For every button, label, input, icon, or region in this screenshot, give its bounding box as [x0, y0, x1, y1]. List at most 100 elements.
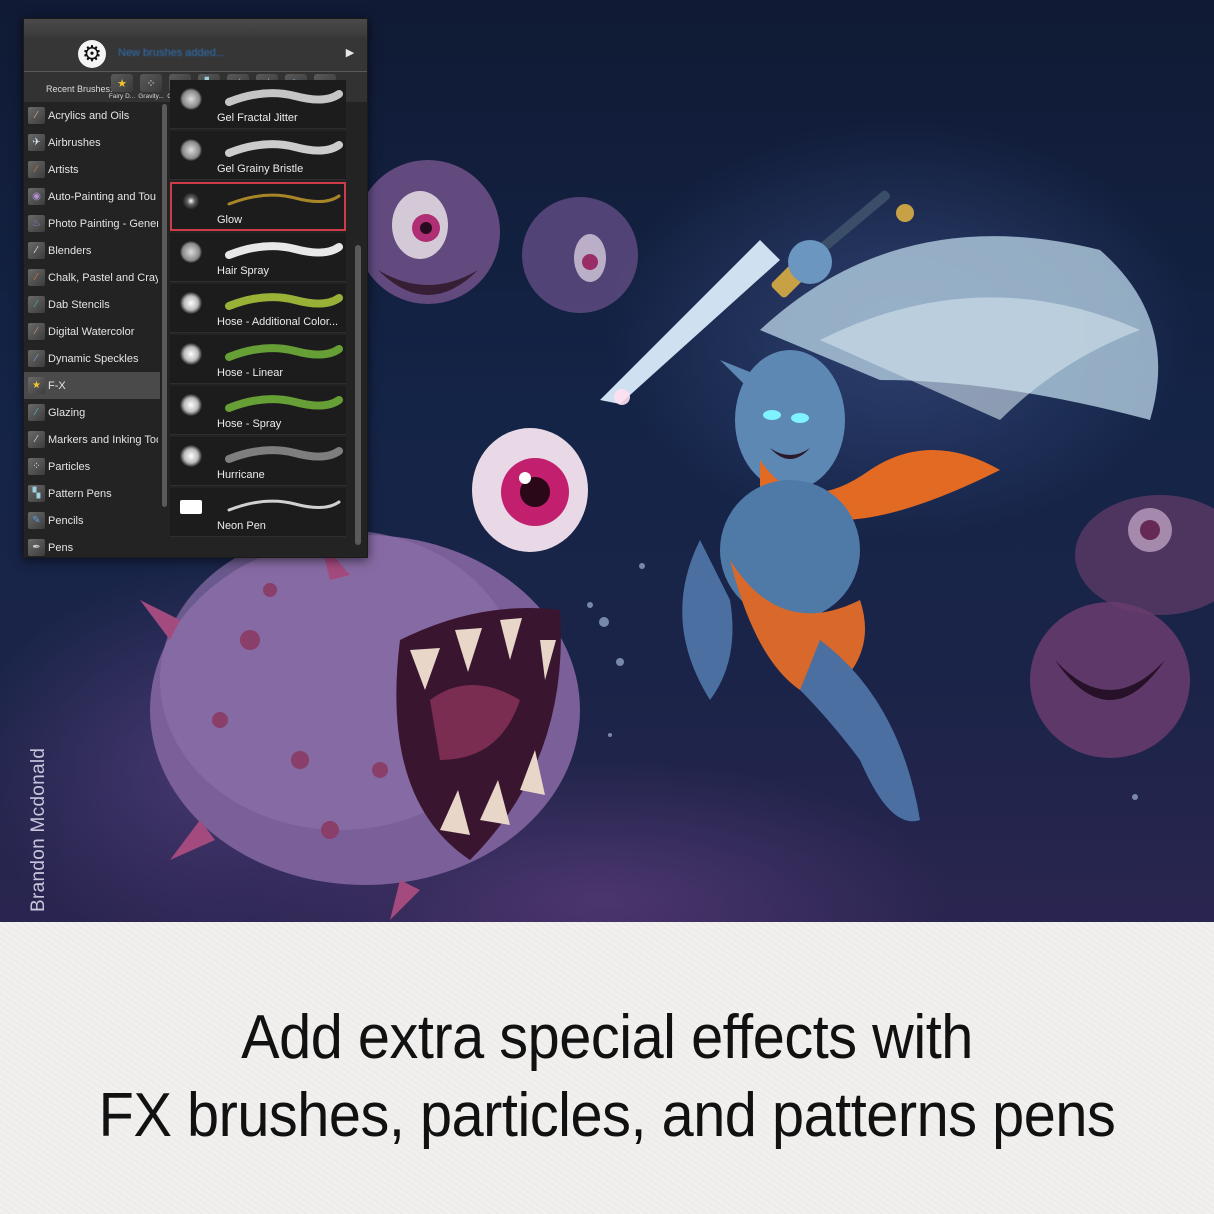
marker-icon: ⁄ — [28, 431, 45, 448]
brush-variant-item[interactable]: Hose - Additional Color... — [170, 284, 346, 333]
brush-variant-label: Hurricane — [217, 469, 265, 481]
panel-title-bar[interactable] — [24, 19, 367, 37]
brush-category-item[interactable]: ⁄ Chalk, Pastel and Crayo — [24, 264, 160, 291]
recent-brush-label: Fairy D... — [108, 93, 136, 100]
brush-dab-icon — [180, 190, 202, 212]
glazing-icon: ⁄ — [28, 404, 45, 421]
brush-category-item[interactable]: ⁄ Artists — [24, 156, 160, 183]
brush-variant-item[interactable]: Hose - Linear — [170, 335, 346, 384]
blender-icon: ⁄ — [28, 242, 45, 259]
new-brushes-notification: ⚙ New brushes added... ▶ — [24, 37, 367, 72]
brush-category-item[interactable]: ⁘ Particles — [24, 453, 160, 480]
brush-category-item[interactable]: ▚ Pattern Pens — [24, 480, 160, 507]
brush-category-item[interactable]: ★ F-X — [24, 372, 160, 399]
brush-variant-item[interactable]: Hair Spray — [170, 233, 346, 282]
brush-category-label: Glazing — [48, 406, 86, 419]
brush-category-item[interactable]: ⁄ Markers and Inking Too — [24, 426, 160, 453]
brush-category-label: Pencils — [48, 514, 84, 527]
brush-variant-label: Hair Spray — [217, 265, 269, 277]
brush-category-label: Pattern Pens — [48, 487, 112, 500]
gear-logo-icon: ⚙ — [78, 40, 106, 68]
brush-category-item[interactable]: ♨ Photo Painting - Gener — [24, 210, 160, 237]
watercolor-icon: ⁄ — [28, 323, 45, 340]
brush-category-item[interactable]: ⁄ Dab Stencils — [24, 291, 160, 318]
play-arrow-icon[interactable]: ▶ — [343, 46, 357, 59]
brush-stroke-preview — [225, 89, 343, 106]
brush-stroke-preview — [225, 446, 343, 463]
brush-variant-label: Hose - Linear — [217, 367, 284, 379]
photo-painting-icon: ♨ — [28, 215, 45, 232]
brush-category-label: Digital Watercolor — [48, 325, 135, 338]
brush-dab-icon — [180, 241, 202, 263]
brush-stroke-preview — [225, 140, 343, 157]
artists-brush-icon: ⁄ — [28, 161, 45, 178]
fx-star-icon: ★ — [28, 377, 45, 394]
brush-category-item[interactable]: ⁄ Acrylics and Oils — [24, 102, 160, 129]
monster-small-top — [356, 160, 500, 304]
brush-category-list: ⁄ Acrylics and Oils ✈ Airbrushes ⁄ Artists ◉ Au… — [24, 102, 160, 557]
brush-category-label: Photo Painting - Gener — [48, 217, 158, 230]
brush-category-item[interactable]: ✎ Pencils — [24, 507, 160, 534]
brush-stroke-preview — [225, 344, 343, 361]
brush-category-item[interactable]: ✒ Pens — [24, 534, 160, 557]
brush-variant-item[interactable]: Gel Grainy Bristle — [170, 131, 346, 180]
brush-dab-icon — [180, 139, 202, 161]
brush-variant-label: Glow — [217, 214, 243, 226]
monster-right-bottom — [1030, 602, 1190, 758]
airbrush-icon: ✈ — [28, 134, 45, 151]
notification-message[interactable]: New brushes added... — [118, 47, 225, 59]
particles-icon: ⁘ — [140, 74, 162, 92]
caption-line-2: FX brushes, particles, and patterns pens — [98, 1081, 1116, 1150]
brush-category-item[interactable]: ⁄ Dynamic Speckles — [24, 345, 160, 372]
chalk-icon: ⁄ — [28, 269, 45, 286]
monster-small-top-right — [522, 197, 638, 313]
brush-variant-item[interactable]: Glow — [170, 182, 346, 231]
pen-icon: ✒ — [28, 539, 45, 556]
brush-category-label: Airbrushes — [48, 136, 101, 149]
brush-variant-item[interactable]: Hose - Spray — [170, 386, 346, 435]
brush-stroke-preview — [227, 193, 341, 206]
brush-category-item[interactable]: ⁄ Digital Watercolor — [24, 318, 160, 345]
brush-variant-label: Gel Fractal Jitter — [217, 112, 298, 124]
brush-category-label: Dab Stencils — [48, 298, 110, 311]
brush-stroke-preview — [225, 242, 343, 259]
brush-category-item[interactable]: ⁄ Blenders — [24, 237, 160, 264]
brush-category-item[interactable]: ⁄ Glazing — [24, 399, 160, 426]
brush-library-body: ⁄ Acrylics and Oils ✈ Airbrushes ⁄ Artists ◉ Au… — [24, 80, 367, 557]
star-wand-icon: ★ — [111, 74, 133, 92]
brush-variant-item[interactable]: Hurricane — [170, 437, 346, 486]
brush-dab-icon — [180, 394, 202, 416]
category-scrollbar[interactable] — [162, 104, 167, 507]
brush-variant-list: Gel Fractal Jitter Gel Grainy Bristle Gl… — [170, 80, 346, 557]
brush-dab-icon — [180, 500, 202, 514]
brush-category-label: Acrylics and Oils — [48, 109, 130, 122]
acrylic-brush-icon: ⁄ — [28, 107, 45, 124]
monster-right-top — [1075, 495, 1214, 615]
brush-category-item[interactable]: ✈ Airbrushes — [24, 129, 160, 156]
brush-category-label: Particles — [48, 460, 91, 473]
brush-stroke-preview — [225, 395, 343, 412]
recent-brush-item[interactable]: ⁘Gravity... — [137, 74, 165, 102]
brush-category-item[interactable]: ◉ Auto-Painting and Tou — [24, 183, 160, 210]
variant-scrollbar[interactable] — [355, 245, 361, 545]
brush-variant-label: Hose - Spray — [217, 418, 282, 430]
artist-credit: Brandon Mcdonald — [28, 747, 49, 912]
dab-stencil-icon: ⁄ — [28, 296, 45, 313]
brush-variant-item[interactable]: Gel Fractal Jitter — [170, 80, 346, 129]
caption-line-1: Add extra special effects with — [241, 1003, 973, 1072]
brush-category-label: Auto-Painting and Tou — [48, 190, 157, 203]
brush-library-panel: ⚙ New brushes added... ▶ Recent Brushes:… — [23, 18, 368, 558]
recent-brush-item[interactable]: ★ Fairy D... — [108, 74, 136, 102]
brush-category-label: Chalk, Pastel and Crayo — [48, 271, 158, 284]
brush-stroke-preview — [227, 499, 341, 512]
brush-category-label: F-X — [48, 379, 66, 392]
brush-variant-label: Neon Pen — [217, 520, 266, 532]
brush-dab-icon — [180, 88, 202, 110]
brush-stroke-preview — [225, 293, 343, 310]
brush-dab-icon — [180, 343, 202, 365]
brush-variant-label: Hose - Additional Color... — [217, 316, 339, 328]
brush-dab-icon — [180, 445, 202, 467]
brush-dab-icon — [180, 292, 202, 314]
brush-variant-item[interactable]: Neon Pen — [170, 488, 346, 537]
brush-category-label: Artists — [48, 163, 79, 176]
